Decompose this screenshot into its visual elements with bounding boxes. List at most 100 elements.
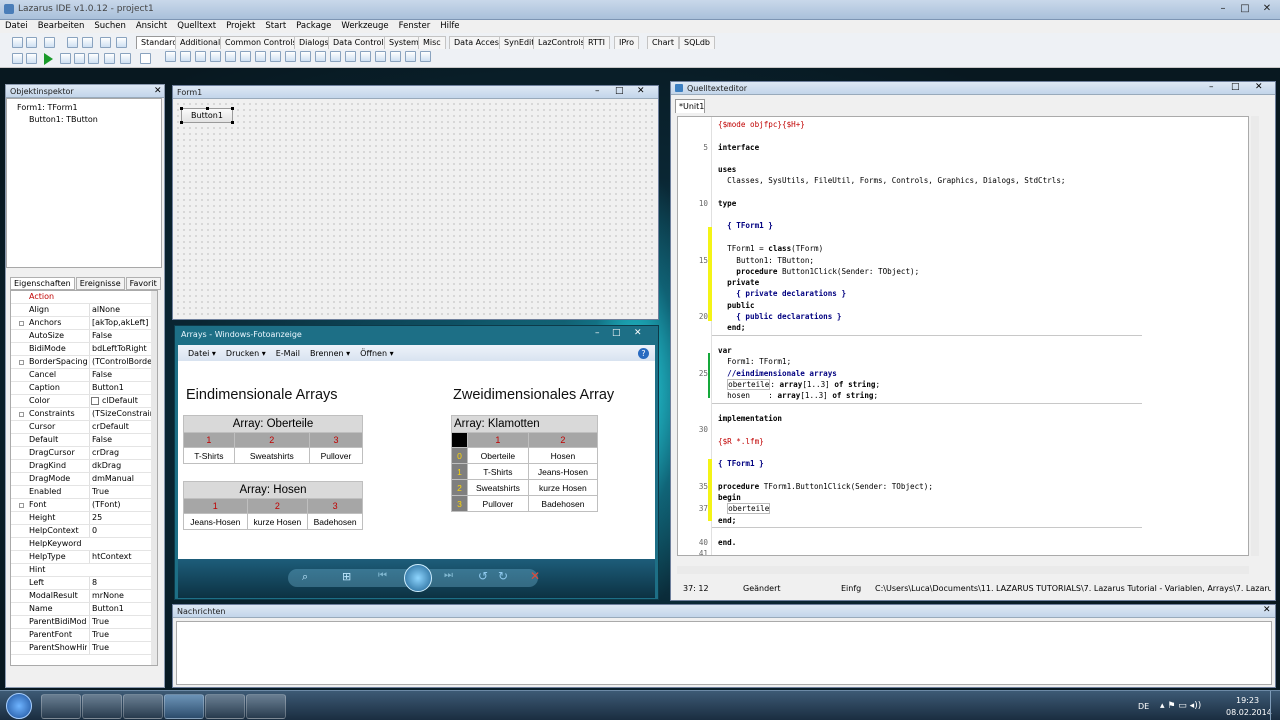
close-icon[interactable]: ✕ bbox=[1255, 82, 1263, 92]
menu-drucken[interactable]: Drucken ▾ bbox=[226, 349, 266, 358]
property-row[interactable]: Color clDefault bbox=[11, 395, 153, 408]
property-row[interactable]: HelpType htContext bbox=[11, 551, 153, 564]
tab-lazcontrols[interactable]: LazControls bbox=[533, 36, 590, 49]
photo-viewer-taskbar-icon[interactable] bbox=[246, 694, 286, 719]
next-icon[interactable]: ⏭ bbox=[444, 570, 453, 581]
property-value[interactable]: alNone bbox=[89, 304, 153, 316]
tedit-icon[interactable] bbox=[225, 51, 236, 62]
tactionlist-icon[interactable] bbox=[420, 51, 431, 62]
property-value[interactable]: htContext bbox=[89, 551, 153, 563]
property-value[interactable]: True bbox=[89, 486, 153, 498]
save-all-icon[interactable] bbox=[82, 37, 93, 48]
property-value[interactable]: True bbox=[89, 642, 153, 654]
step-into-icon[interactable] bbox=[88, 53, 99, 64]
tscrollbar-icon[interactable] bbox=[330, 51, 341, 62]
tcheckbox-icon[interactable] bbox=[270, 51, 281, 62]
slideshow-button[interactable] bbox=[404, 564, 432, 592]
property-row[interactable]: Left 8 bbox=[11, 577, 153, 590]
previous-icon[interactable]: ⏮ bbox=[378, 570, 387, 581]
resize-handle[interactable] bbox=[231, 121, 234, 124]
show-desktop-button[interactable] bbox=[1270, 691, 1280, 720]
tpanel-icon[interactable] bbox=[390, 51, 401, 62]
property-row[interactable]: BidiMode bdLeftToRight bbox=[11, 343, 153, 356]
rotate-right-icon[interactable]: ↻ bbox=[498, 569, 508, 583]
menu-datei[interactable]: Datei bbox=[0, 20, 33, 33]
property-scrollbar[interactable] bbox=[151, 291, 157, 665]
tree-item-button1[interactable]: Button1: TButton bbox=[29, 115, 98, 124]
property-row[interactable]: ParentShowHint True bbox=[11, 642, 153, 655]
tradiogroup-icon[interactable] bbox=[360, 51, 371, 62]
menu-bearbeiten[interactable]: Bearbeiten bbox=[33, 20, 90, 33]
clock-date[interactable]: 08.02.2014 bbox=[1226, 708, 1272, 717]
property-row[interactable]: Default False bbox=[11, 434, 153, 447]
property-row[interactable]: Font (TFont) bbox=[11, 499, 153, 512]
paint-icon[interactable] bbox=[205, 694, 245, 719]
selection-tool-icon[interactable] bbox=[140, 53, 151, 64]
property-row[interactable]: Align alNone bbox=[11, 304, 153, 317]
menu-fenster[interactable]: Fenster bbox=[394, 20, 436, 33]
close-icon[interactable]: ✕ bbox=[634, 328, 642, 338]
property-value[interactable]: bdLeftToRight bbox=[89, 343, 153, 355]
menu-datei[interactable]: Datei ▾ bbox=[188, 349, 216, 358]
firefox-icon[interactable] bbox=[82, 694, 122, 719]
property-value[interactable]: 25 bbox=[89, 512, 153, 524]
menu-suchen[interactable]: Suchen bbox=[89, 20, 130, 33]
tab-unit1[interactable]: *Unit1 bbox=[675, 99, 705, 113]
open-icon[interactable] bbox=[44, 37, 55, 48]
tab-additional[interactable]: Additional bbox=[175, 36, 226, 49]
tgroupbox-icon[interactable] bbox=[345, 51, 356, 62]
run-icon[interactable] bbox=[44, 53, 53, 65]
tab-eigenschaften[interactable]: Eigenschaften bbox=[10, 277, 75, 290]
toggle-form-unit-icon[interactable] bbox=[100, 37, 111, 48]
tmainmenu-icon[interactable] bbox=[165, 51, 176, 62]
language-indicator[interactable]: DE bbox=[1138, 702, 1149, 711]
close-button[interactable]: ✕ bbox=[1258, 2, 1276, 16]
delete-icon[interactable]: ✕ bbox=[530, 569, 540, 583]
property-value[interactable]: False bbox=[89, 330, 153, 342]
property-value[interactable]: dmManual bbox=[89, 473, 153, 485]
property-row[interactable]: Cancel False bbox=[11, 369, 153, 382]
tmemo-icon[interactable] bbox=[240, 51, 251, 62]
lazarus-taskbar-icon[interactable] bbox=[164, 694, 204, 719]
build-icon[interactable] bbox=[26, 53, 37, 64]
close-icon[interactable]: ✕ bbox=[1263, 605, 1271, 615]
vertical-scrollbar[interactable] bbox=[1251, 116, 1259, 556]
property-value[interactable]: crDrag bbox=[89, 447, 153, 459]
view-units-icon[interactable] bbox=[116, 37, 127, 48]
property-row[interactable]: DragMode dmManual bbox=[11, 473, 153, 486]
start-button[interactable] bbox=[6, 693, 32, 719]
tcombobox-icon[interactable] bbox=[315, 51, 326, 62]
tframe-icon[interactable] bbox=[405, 51, 416, 62]
tlabel-icon[interactable] bbox=[210, 51, 221, 62]
property-row[interactable]: Name Button1 bbox=[11, 603, 153, 616]
property-value[interactable]: crDefault bbox=[89, 421, 153, 433]
property-row[interactable]: Hint bbox=[11, 564, 153, 577]
pause-icon[interactable] bbox=[60, 53, 71, 64]
resize-handle[interactable] bbox=[180, 121, 183, 124]
tab-chart[interactable]: Chart bbox=[647, 36, 679, 49]
actual-size-icon[interactable]: ⊞ bbox=[342, 570, 351, 583]
tab-rtti[interactable]: RTTI bbox=[583, 36, 610, 49]
tcheckgroup-icon[interactable] bbox=[375, 51, 386, 62]
ttogglebox-icon[interactable] bbox=[255, 51, 266, 62]
expand-icon[interactable] bbox=[19, 412, 24, 417]
form-canvas[interactable]: Button1 bbox=[175, 101, 656, 317]
new-form-icon[interactable] bbox=[26, 37, 37, 48]
maximize-icon[interactable]: □ bbox=[1231, 82, 1240, 92]
stop-icon[interactable] bbox=[74, 53, 85, 64]
code-area[interactable]: 5 10 15 20 25 30 35 37 40 41 {$mode objf… bbox=[677, 116, 1249, 556]
property-row[interactable]: AutoSize False bbox=[11, 330, 153, 343]
property-row[interactable]: Height 25 bbox=[11, 512, 153, 525]
menu-quelltext[interactable]: Quelltext bbox=[172, 20, 221, 33]
maximize-icon[interactable]: □ bbox=[612, 328, 621, 338]
property-row[interactable]: ParentBidiMode True bbox=[11, 616, 153, 629]
property-value[interactable]: True bbox=[89, 629, 153, 641]
clock-time[interactable]: 19:23 bbox=[1236, 696, 1259, 705]
property-row[interactable]: Enabled True bbox=[11, 486, 153, 499]
tray-icons[interactable]: ▴ ⚑ ▭ ◂)) bbox=[1160, 701, 1201, 711]
property-row[interactable]: DragKind dkDrag bbox=[11, 460, 153, 473]
property-value[interactable]: (TSizeConstraint bbox=[89, 408, 153, 420]
save-icon[interactable] bbox=[67, 37, 78, 48]
property-row[interactable]: ParentFont True bbox=[11, 629, 153, 642]
property-value[interactable]: (TControlBorder bbox=[89, 356, 153, 368]
